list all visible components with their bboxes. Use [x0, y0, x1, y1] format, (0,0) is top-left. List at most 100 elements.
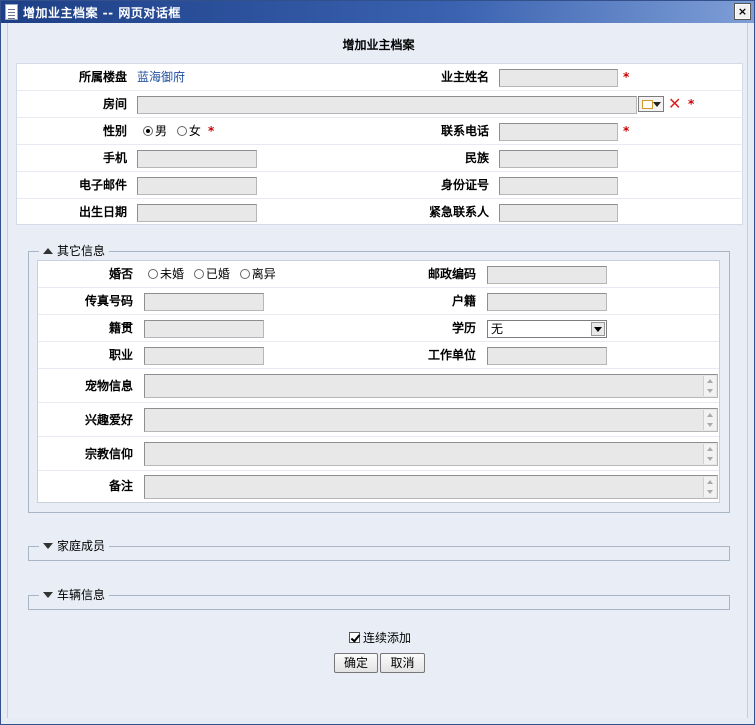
owner-name-label: 业主姓名 — [440, 70, 489, 84]
chevron-down-icon[interactable] — [591, 322, 605, 336]
occupation-input[interactable] — [144, 347, 264, 365]
room-picker-button[interactable] — [638, 96, 664, 112]
ethnicity-label: 民族 — [464, 151, 489, 165]
chevron-down-icon — [653, 102, 661, 107]
email-input[interactable] — [137, 177, 257, 195]
required-mark: * — [623, 70, 630, 84]
occupation-label: 职业 — [108, 348, 133, 362]
form-row: 婚否 未婚 已婚 离异 邮政编码 — [38, 261, 719, 288]
dialog-content: 增加业主档案 所属楼盘 蓝海御府 业主姓名 * 房间 ✕ * 性别 男 女 * … — [7, 23, 748, 718]
postcode-input[interactable] — [487, 266, 607, 284]
continuous-add-checkbox[interactable] — [349, 632, 360, 643]
gender-radio-group: 男 女 — [143, 118, 207, 145]
education-selected-value: 无 — [491, 322, 504, 336]
birthday-label: 出生日期 — [78, 205, 127, 219]
mobile-label: 手机 — [102, 151, 127, 165]
employer-label: 工作单位 — [427, 348, 476, 362]
vehicle-section: 车辆信息 — [28, 587, 730, 610]
close-button[interactable]: × — [734, 3, 751, 20]
required-mark: * — [208, 124, 215, 138]
continuous-add-option[interactable]: 连续添加 — [349, 629, 411, 646]
clear-icon[interactable]: ✕ — [668, 96, 681, 112]
scrollbar[interactable] — [703, 444, 716, 464]
marital-option-divorced[interactable]: 离异 — [239, 267, 276, 281]
cancel-button[interactable]: 取消 — [380, 653, 425, 673]
radio-button[interactable] — [143, 126, 153, 136]
education-label: 学历 — [451, 321, 476, 335]
email-label: 电子邮件 — [78, 178, 127, 192]
building-label: 所属楼盘 — [78, 70, 127, 84]
mobile-input[interactable] — [137, 150, 257, 168]
marital-label: 婚否 — [108, 267, 133, 281]
basic-info-form: 所属楼盘 蓝海御府 业主姓名 * 房间 ✕ * 性别 男 女 * 联系电话 * … — [16, 63, 744, 226]
owner-name-input[interactable] — [499, 69, 618, 87]
family-section: 家庭成员 — [28, 538, 730, 561]
room-label: 房间 — [102, 97, 127, 111]
form-row: 手机 民族 — [17, 145, 744, 172]
required-mark: * — [688, 97, 695, 111]
religion-label: 宗教信仰 — [84, 447, 133, 461]
radio-button[interactable] — [239, 269, 250, 279]
confirm-button[interactable]: 确定 — [334, 653, 378, 673]
marital-option-married[interactable]: 已婚 — [193, 267, 230, 281]
education-select[interactable]: 无 — [487, 320, 607, 338]
radio-button[interactable] — [193, 269, 204, 279]
id-number-input[interactable] — [499, 177, 618, 195]
other-info-form: 婚否 未婚 已婚 离异 邮政编码 传真号码 户籍 籍贯 学历 无 职业 工作单位… — [37, 260, 720, 503]
form-row: 备注 — [38, 471, 719, 502]
birthday-input[interactable] — [137, 204, 257, 222]
radio-button[interactable] — [176, 126, 187, 136]
vehicle-toggle[interactable]: 车辆信息 — [39, 587, 110, 603]
emergency-contact-input[interactable] — [499, 204, 618, 222]
pet-label: 宠物信息 — [84, 379, 133, 393]
dialog-window: 增加业主档案 -- 网页对话框 × 增加业主档案 所属楼盘 蓝海御府 业主姓名 … — [0, 0, 755, 725]
pet-textarea[interactable] — [144, 374, 718, 398]
scrollbar[interactable] — [703, 477, 716, 497]
native-place-input[interactable] — [144, 320, 264, 338]
gender-option-male[interactable]: 男 — [143, 124, 167, 138]
marital-radio-group: 未婚 已婚 离异 — [148, 261, 282, 288]
list-icon — [642, 100, 653, 109]
form-row: 出生日期 紧急联系人 — [17, 199, 744, 226]
religion-textarea[interactable] — [144, 442, 718, 466]
room-input[interactable] — [137, 96, 637, 114]
document-icon — [5, 4, 18, 20]
native-place-label: 籍贯 — [108, 321, 133, 335]
continuous-add-label: 连续添加 — [363, 631, 412, 645]
household-input[interactable] — [487, 293, 607, 311]
form-row: 电子邮件 身份证号 — [17, 172, 744, 199]
remarks-textarea[interactable] — [144, 475, 718, 499]
window-title: 增加业主档案 -- 网页对话框 — [23, 6, 181, 20]
employer-input[interactable] — [487, 347, 607, 365]
postcode-label: 邮政编码 — [427, 267, 476, 281]
radio-button[interactable] — [148, 269, 158, 279]
form-row: 兴趣爱好 — [38, 403, 719, 437]
emergency-contact-label: 紧急联系人 — [428, 205, 489, 219]
collapse-icon — [43, 248, 53, 254]
fax-label: 传真号码 — [84, 294, 133, 308]
scrollbar[interactable] — [703, 376, 716, 396]
household-label: 户籍 — [451, 294, 476, 308]
family-toggle[interactable]: 家庭成员 — [39, 538, 110, 554]
remarks-label: 备注 — [108, 479, 133, 493]
form-row: 职业 工作单位 — [38, 342, 719, 369]
building-link[interactable]: 蓝海御府 — [137, 64, 185, 91]
form-heading: 增加业主档案 — [342, 38, 415, 52]
form-row: 房间 ✕ * — [17, 91, 744, 118]
scrollbar[interactable] — [703, 410, 716, 430]
other-info-toggle[interactable]: 其它信息 — [39, 243, 110, 259]
hobby-label: 兴趣爱好 — [84, 413, 133, 427]
marital-option-single[interactable]: 未婚 — [148, 267, 184, 281]
hobby-textarea[interactable] — [144, 408, 718, 432]
fax-input[interactable] — [144, 293, 264, 311]
expand-icon — [43, 543, 53, 549]
title-bar[interactable]: 增加业主档案 -- 网页对话框 × — [1, 1, 754, 23]
required-mark: * — [623, 124, 630, 138]
gender-option-female[interactable]: 女 — [176, 124, 201, 138]
ethnicity-input[interactable] — [499, 150, 618, 168]
form-row: 性别 男 女 * 联系电话 * — [17, 118, 744, 145]
gender-label: 性别 — [102, 124, 127, 138]
form-row: 宠物信息 — [38, 369, 719, 403]
phone-input[interactable] — [499, 123, 618, 141]
form-row: 传真号码 户籍 — [38, 288, 719, 315]
